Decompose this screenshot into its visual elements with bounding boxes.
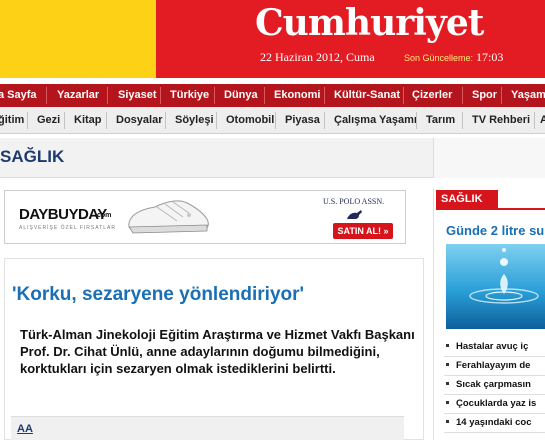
nav-item-ana-sayfa[interactable]: a Sayfa xyxy=(0,84,37,107)
ad-buy-button[interactable]: SATIN AL! » xyxy=(333,223,393,239)
subnav-separator xyxy=(27,112,28,129)
sidebar-headline[interactable]: Günde 2 litre su xyxy=(446,223,544,238)
nav-separator xyxy=(462,87,463,104)
ad-brand-name: U.S. POLO ASSN. xyxy=(323,197,385,206)
bullet-icon xyxy=(446,400,449,404)
subnav-separator xyxy=(64,112,65,129)
sneaker-image xyxy=(128,200,209,234)
ad-logo: DAYBUYDAY xyxy=(19,206,107,223)
subnav-item-more[interactable]: A xyxy=(540,107,545,133)
sidebar-news-text: Hastalar avuç iç xyxy=(456,341,529,352)
sidebar-news-text: Ferahlayayım de xyxy=(456,360,531,371)
header-yellow-block xyxy=(0,0,156,78)
subnav-separator xyxy=(324,112,325,129)
bullet-icon xyxy=(446,419,449,423)
subnav-item-tarim[interactable]: Tarım xyxy=(426,107,455,133)
water-drop-image[interactable] xyxy=(446,244,545,329)
advertisement-banner[interactable]: DAYBUYDAY .com ALIŞVERİŞE ÖZEL FIRSATLAR… xyxy=(4,190,406,244)
last-update-time: 17:03 xyxy=(476,50,504,64)
site-logo[interactable]: Cumhuriyet xyxy=(255,2,484,44)
nav-item-dunya[interactable]: Dünya xyxy=(224,84,258,107)
subnav-separator xyxy=(106,112,107,129)
nav-item-turkiye[interactable]: Türkiye xyxy=(170,84,209,107)
article-headline: 'Korku, sezaryene yönlendiriyor' xyxy=(12,284,305,305)
sidebar-tab-saglik[interactable]: SAĞLIK xyxy=(436,190,498,208)
sidebar-news-item[interactable]: Çocuklarda yaz is xyxy=(444,395,545,414)
section-bar-right-panel xyxy=(433,138,545,178)
nav-separator xyxy=(214,87,215,104)
nav-separator xyxy=(46,87,47,104)
nav-separator xyxy=(107,87,108,104)
sidebar-news-item[interactable]: 14 yaşındaki coc xyxy=(444,414,545,433)
section-bar: SAĞLIK xyxy=(0,138,545,178)
subnav-separator xyxy=(462,112,463,129)
sidebar-news-item[interactable]: Ferahlayayım de xyxy=(444,357,545,376)
sidebar-news-list: Hastalar avuç iç Ferahlayayım de Sıcak ç… xyxy=(444,338,545,433)
subnav-separator xyxy=(416,112,417,129)
bullet-icon xyxy=(446,381,449,385)
primary-nav: a Sayfa Yazarlar Siyaset Türkiye Dünya E… xyxy=(0,84,545,107)
subnav-separator xyxy=(216,112,217,129)
sidebar-news-text: Sıcak çarpmasın xyxy=(456,379,531,390)
sidebar-news-text: 14 yaşındaki coc xyxy=(456,417,532,428)
nav-separator xyxy=(264,87,265,104)
article-lead: Türk-Alman Jinekoloji Eğitim Araştırma v… xyxy=(20,327,415,376)
sidebar-tab-underline xyxy=(436,208,545,210)
article-container: 'Korku, sezaryene yönlendiriyor' Türk-Al… xyxy=(4,258,424,440)
sidebar-news-item[interactable]: Hastalar avuç iç xyxy=(444,338,545,357)
sidebar-news-item[interactable]: Sıcak çarpmasın xyxy=(444,376,545,395)
last-update-label: Son Güncelleme: xyxy=(404,53,474,63)
nav-separator xyxy=(160,87,161,104)
subnav-item-gezi[interactable]: Gezi xyxy=(37,107,60,133)
subnav-item-tv-rehberi[interactable]: TV Rehberi xyxy=(472,107,530,133)
nav-item-ekonomi[interactable]: Ekonomi xyxy=(274,84,320,107)
bullet-icon xyxy=(446,343,449,347)
nav-item-siyaset[interactable]: Siyaset xyxy=(118,84,157,107)
subnav-separator xyxy=(534,112,535,129)
section-title: SAĞLIK xyxy=(0,147,65,166)
subnav-item-otomobil[interactable]: Otomobil xyxy=(226,107,274,133)
nav-separator xyxy=(324,87,325,104)
nav-item-spor[interactable]: Spor xyxy=(472,84,497,107)
sidebar: SAĞLIK Günde 2 litre su Hastalar avuç iç… xyxy=(433,188,545,440)
nav-item-cizerler[interactable]: Çizerler xyxy=(412,84,452,107)
sidebar-news-text: Çocuklarda yaz is xyxy=(456,398,537,409)
nav-item-yazarlar[interactable]: Yazarlar xyxy=(57,84,99,107)
article-tools-bar: AA xyxy=(11,416,404,440)
subnav-item-kitap[interactable]: Kitap xyxy=(74,107,102,133)
subnav-separator xyxy=(165,112,166,129)
polo-player-icon xyxy=(347,210,362,219)
subnav-item-piyasa[interactable]: Piyasa xyxy=(285,107,320,133)
current-date: 22 Haziran 2012, Cuma xyxy=(260,50,375,64)
bullet-icon xyxy=(446,362,449,366)
subnav-item-dosyalar[interactable]: Dosyalar xyxy=(116,107,162,133)
subnav-item-egitim[interactable]: ğitim xyxy=(0,107,24,133)
nav-item-kultur-sanat[interactable]: Kültür-Sanat xyxy=(334,84,400,107)
nav-separator xyxy=(403,87,404,104)
nav-separator xyxy=(501,87,502,104)
subnav-item-calisma-yasami[interactable]: Çalışma Yaşamı xyxy=(334,107,417,133)
text-size-link[interactable]: AA xyxy=(17,423,33,435)
subnav-item-soylesi[interactable]: Söyleşi xyxy=(175,107,214,133)
subnav-separator xyxy=(275,112,276,129)
site-header: Cumhuriyet 22 Haziran 2012, Cuma Son Gün… xyxy=(0,0,545,78)
nav-item-yasam[interactable]: Yaşam xyxy=(511,84,545,107)
ad-tagline: ALIŞVERİŞE ÖZEL FIRSATLAR xyxy=(19,225,116,231)
ad-logo-suffix: .com xyxy=(95,212,112,219)
secondary-nav: ğitim Gezi Kitap Dosyalar Söyleşi Otomob… xyxy=(0,107,545,134)
